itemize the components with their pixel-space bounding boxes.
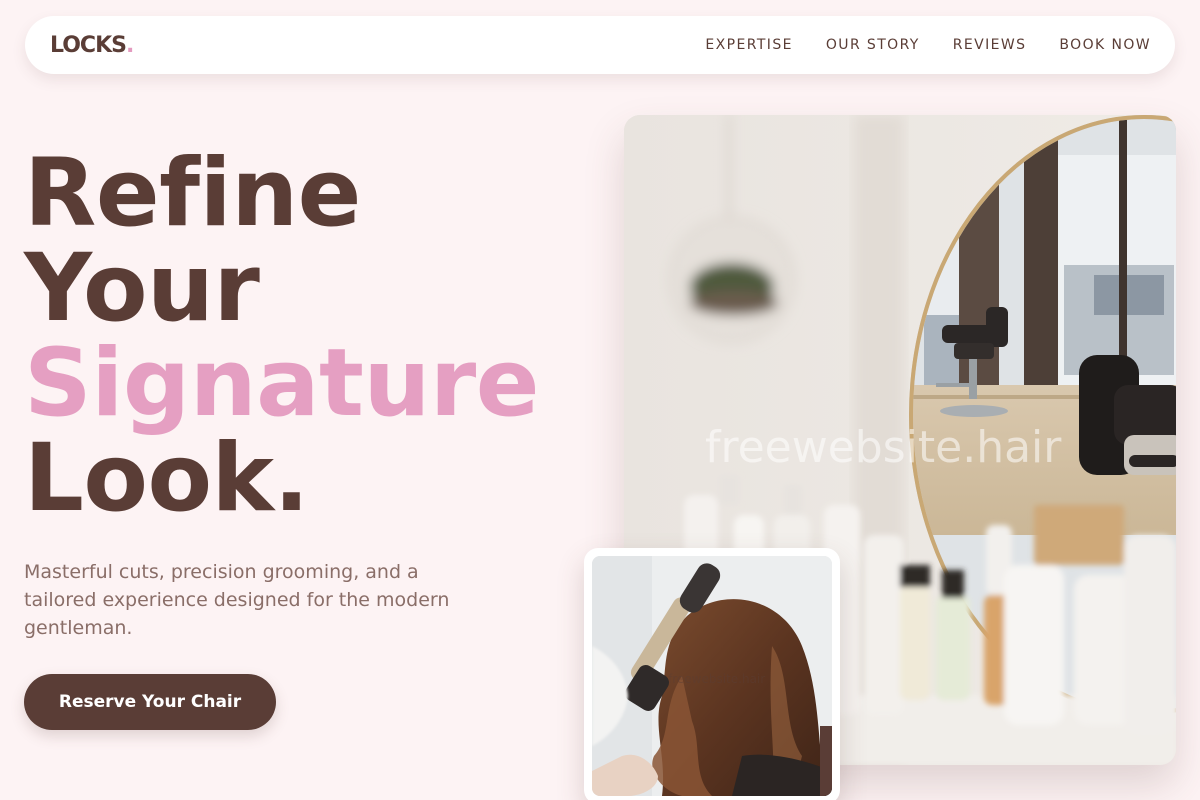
watermark-main: freewebsite.hair [705,422,1062,473]
hero-heading-line-1: Refine [24,139,361,248]
brand-name: LOCKS [50,32,127,58]
nav-link-reviews[interactable]: REVIEWS [953,37,1027,53]
watermark-inset: freewebsite.hair [668,672,766,686]
top-navbar: LOCKS. EXPERTISE OUR STORY REVIEWS BOOK … [25,16,1175,74]
nav-link-book-now[interactable]: BOOK NOW [1059,37,1151,53]
nav-link-our-story[interactable]: OUR STORY [826,37,920,53]
hero-heading: Refine Your Signature Look. [24,139,540,533]
nav-link-expertise[interactable]: EXPERTISE [705,37,792,53]
hero-heading-line-4: Look. [24,424,309,533]
brand-logo[interactable]: LOCKS. [50,32,134,58]
brand-dot: . [125,32,134,58]
hero-heading-line-2: Your [24,234,260,343]
hero-heading-line-3: Signature [24,329,540,438]
nav-links: EXPERTISE OUR STORY REVIEWS BOOK NOW [705,37,1151,53]
hero-subtitle: Masterful cuts, precision grooming, and … [24,561,450,639]
reserve-chair-button[interactable]: Reserve Your Chair [24,674,276,730]
